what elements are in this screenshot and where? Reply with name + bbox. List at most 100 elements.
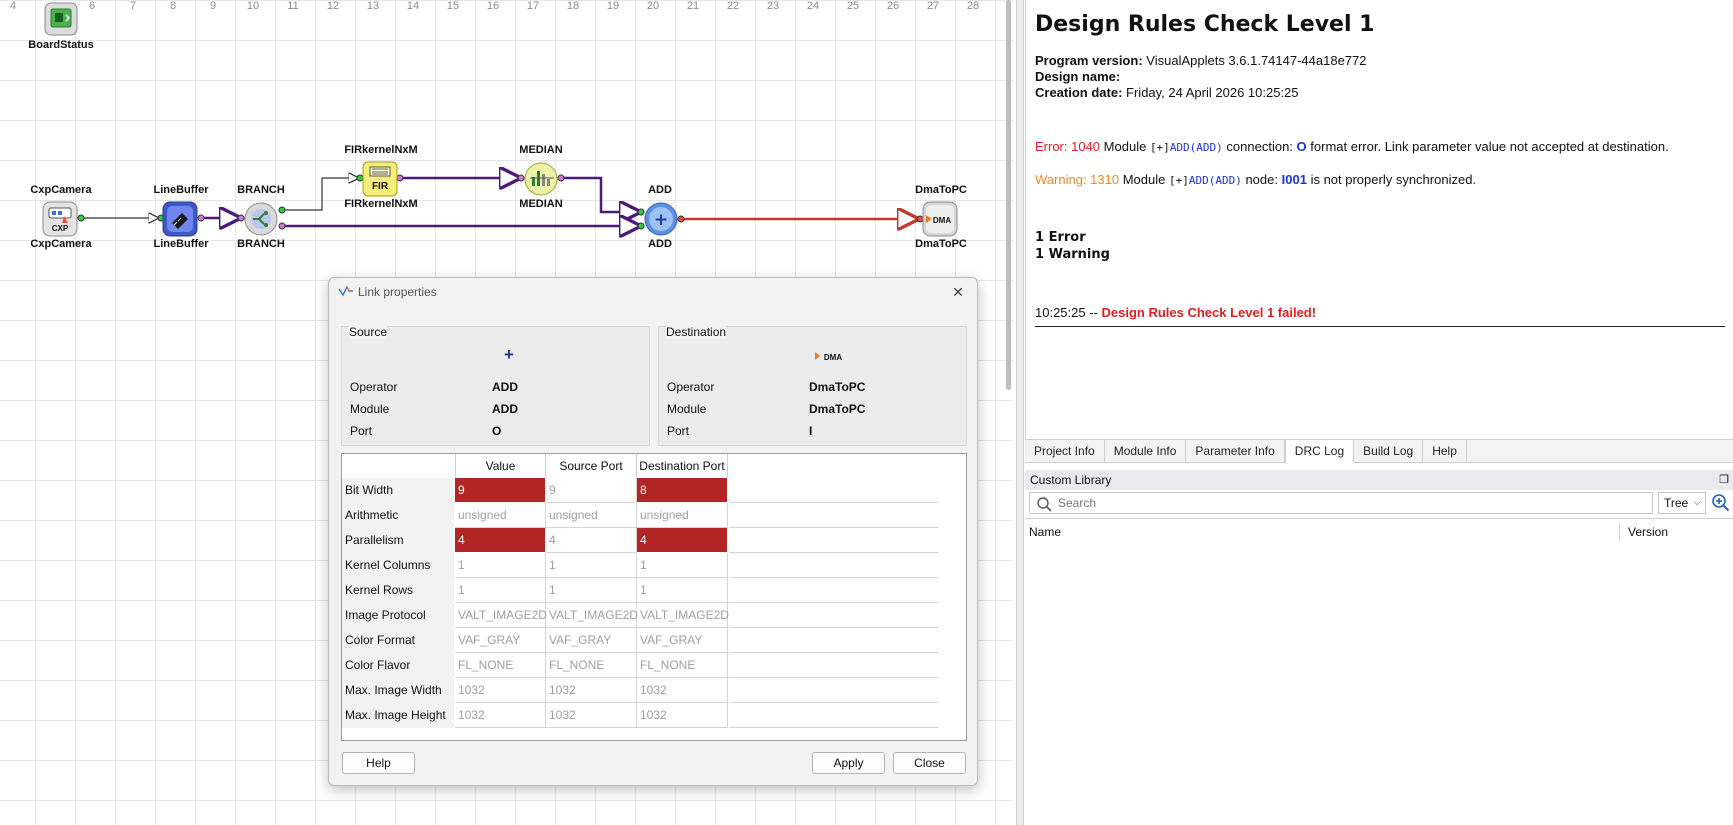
destination-operator-value: DmaToPC — [809, 380, 866, 394]
tab-build-log[interactable]: Build Log — [1354, 440, 1424, 463]
zoom-in-icon[interactable] — [1711, 493, 1731, 513]
property-cell-value[interactable]: 4 — [455, 528, 546, 553]
dialog-titlebar[interactable]: Link properties ✕ — [329, 278, 977, 307]
result-time: 10:25:25 -- — [1035, 305, 1098, 320]
property-label: Arithmetic — [342, 503, 454, 528]
source-port-value: O — [492, 424, 502, 438]
table-filler-cell — [729, 578, 939, 603]
module-label-fir-top: FIRkernelNxM — [344, 144, 418, 156]
property-cell-dest: unsigned — [637, 503, 728, 528]
property-label: Image Protocol — [342, 603, 454, 628]
warning-module-tag: [+] — [1168, 174, 1189, 187]
tab-drc-log[interactable]: DRC Log — [1284, 440, 1355, 463]
line-buffer-icon[interactable] — [162, 201, 198, 237]
library-search-input[interactable] — [1056, 494, 1646, 512]
library-columns: Name Version — [1025, 519, 1733, 545]
chevron-down-icon: ⌵ — [1693, 497, 1701, 508]
table-filler-cell — [729, 503, 939, 528]
property-label: Bit Width — [342, 478, 454, 503]
error-module-link[interactable]: ADD(ADD) — [1170, 141, 1223, 154]
tab-project-info[interactable]: Project Info — [1025, 440, 1105, 463]
property-cell-value[interactable]: 9 — [455, 478, 546, 503]
error-module-word: Module — [1103, 139, 1147, 154]
module-label-dmatopc-top: DmaToPC — [915, 184, 967, 196]
program-version-value: VisualApplets 3.6.1.74147-44a18e772 — [1146, 53, 1367, 68]
property-cell-dest: 8 — [637, 478, 728, 503]
library-search-row: Tree ⌵ — [1025, 491, 1733, 515]
property-cell-value[interactable]: VALT_IMAGE2D — [455, 603, 547, 628]
destination-port-value: I — [809, 424, 813, 438]
log-design-name: Design name: — [1035, 69, 1725, 85]
property-cell-source: 1 — [546, 578, 637, 603]
app-logo-icon — [338, 286, 353, 297]
add-icon[interactable]: + — [643, 201, 679, 237]
source-group: Source + Operator ADD Module ADD Port O — [341, 325, 650, 446]
tab-module-info[interactable]: Module Info — [1105, 440, 1187, 463]
table-filler-cell — [729, 478, 939, 503]
property-cell-value[interactable]: 1 — [455, 578, 546, 603]
error-connection-word: connection: — [1226, 139, 1293, 154]
log-title: Design Rules Check Level 1 — [1035, 12, 1375, 37]
column-name[interactable]: Name — [1029, 519, 1061, 545]
creation-date-label: Creation date: — [1035, 85, 1123, 100]
branch-icon[interactable] — [243, 201, 279, 237]
module-label-add-top: ADD — [648, 184, 672, 196]
tab-help[interactable]: Help — [1423, 440, 1467, 463]
warning-module-word: Module — [1122, 172, 1166, 187]
log-summary: 1 Error 1 Warning — [1035, 229, 1725, 263]
source-module-value: ADD — [492, 402, 518, 416]
dma-icon-text: DMA — [933, 216, 951, 225]
property-cell-source: 1032 — [546, 703, 637, 728]
property-cell-value[interactable]: VAF_GRAY — [455, 628, 546, 653]
dma-operator-icon: DMA — [815, 350, 845, 365]
dma-operator-icon-text: DMA — [824, 353, 842, 362]
column-separator[interactable] — [1619, 523, 1620, 541]
property-cell-dest: VALT_IMAGE2D — [637, 603, 729, 628]
property-cell-value[interactable]: unsigned — [455, 503, 546, 528]
table-filler-cell — [729, 628, 939, 653]
property-label: Color Flavor — [342, 653, 454, 678]
custom-library-header: Custom Library ❐ — [1025, 470, 1733, 490]
log-divider — [1035, 326, 1725, 327]
property-cell-value[interactable]: 1 — [455, 553, 546, 578]
camera-icon[interactable]: CXP — [42, 201, 78, 237]
fir-icon[interactable]: FIR — [362, 161, 398, 197]
canvas-scrollbar[interactable] — [1006, 0, 1011, 390]
dma-icon[interactable]: DMA — [922, 201, 958, 237]
column-version[interactable]: Version — [1628, 519, 1668, 545]
error-code: Error: 1040 — [1035, 139, 1101, 154]
custom-library-title: Custom Library — [1030, 473, 1112, 487]
link-properties-table: Value Source Port Destination Port Bit Widt… — [341, 453, 967, 741]
tab-parameter-info[interactable]: Parameter Info — [1186, 440, 1285, 463]
property-cell-dest: 1032 — [637, 703, 728, 728]
warning-module-link[interactable]: ADD(ADD) — [1189, 174, 1242, 187]
apply-button[interactable]: Apply — [812, 752, 885, 774]
column-header: Source Port — [546, 454, 637, 478]
error-port-link[interactable]: O — [1297, 139, 1307, 154]
log-result-line: 10:25:25 -- Design Rules Check Level 1 f… — [1035, 305, 1725, 320]
board-status-icon[interactable] — [44, 2, 80, 38]
warning-code: Warning: 1310 — [1035, 172, 1120, 187]
property-cell-source: unsigned — [546, 503, 637, 528]
source-module-label: Module — [350, 402, 390, 416]
restore-icon[interactable]: ❐ — [1719, 470, 1729, 490]
library-search-box[interactable] — [1029, 492, 1653, 514]
warning-port-link[interactable]: I001 — [1282, 172, 1307, 187]
close-icon[interactable]: ✕ — [947, 282, 969, 302]
add-icon-text: + — [654, 210, 668, 230]
help-button[interactable]: Help — [342, 752, 415, 774]
column-header: Value — [455, 454, 546, 478]
property-cell-value[interactable]: 1032 — [455, 703, 546, 728]
property-cell-source: VALT_IMAGE2D — [546, 603, 638, 628]
close-button[interactable]: Close — [893, 752, 966, 774]
median-icon[interactable] — [523, 161, 559, 197]
property-cell-value[interactable]: 1032 — [455, 678, 546, 703]
property-cell-dest: FL_NONE — [637, 653, 728, 678]
property-label: Kernel Rows — [342, 578, 454, 603]
library-list: Name Version — [1025, 518, 1733, 825]
library-view-select[interactable]: Tree ⌵ — [1658, 492, 1706, 514]
column-header: Destination Port — [637, 454, 728, 478]
property-label: Color Format — [342, 628, 454, 653]
property-cell-value[interactable]: FL_NONE — [455, 653, 546, 678]
panel-splitter[interactable] — [1016, 0, 1024, 825]
